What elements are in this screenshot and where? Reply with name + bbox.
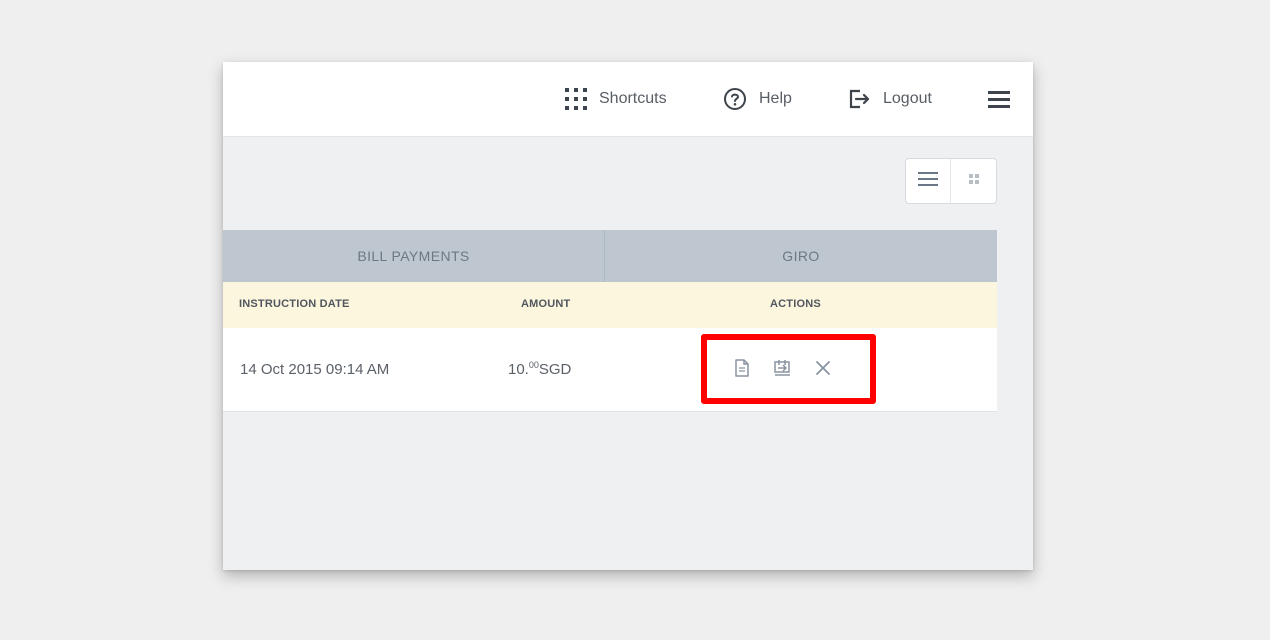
instruction-date-cell: 14 Oct 2015 09:14 AM	[240, 361, 390, 378]
repeat-payment-icon	[773, 359, 793, 382]
logout-label: Logout	[883, 90, 932, 107]
amount-cell: 10.00SGD	[508, 360, 572, 378]
column-header-amount: AMOUNT	[521, 298, 571, 310]
view-toggle	[905, 158, 997, 204]
top-bar: Shortcuts Help Logout	[223, 62, 1033, 137]
logout-button[interactable]: Logout	[847, 84, 932, 114]
hamburger-menu-icon	[988, 89, 1010, 109]
list-view-icon	[918, 171, 938, 192]
amount-decimal: 00	[528, 360, 539, 370]
help-button[interactable]: Help	[723, 84, 792, 114]
view-document-icon	[734, 358, 750, 382]
cancel-icon	[815, 360, 831, 381]
list-view-button[interactable]	[906, 159, 951, 203]
grid-view-icon	[968, 172, 980, 190]
table-row: 14 Oct 2015 09:14 AM 10.00SGD	[223, 328, 997, 412]
help-label: Help	[759, 90, 792, 107]
tab-giro[interactable]: GIRO	[605, 230, 997, 282]
shortcuts-label: Shortcuts	[599, 90, 667, 107]
menu-button[interactable]	[988, 84, 1010, 114]
tab-bar: BILL PAYMENTS GIRO	[223, 230, 997, 282]
cancel-button[interactable]	[812, 359, 834, 381]
app-window: Shortcuts Help Logout BILL PAYMENTS GIRO…	[223, 62, 1033, 570]
repeat-payment-button[interactable]	[772, 359, 794, 381]
view-details-button[interactable]	[731, 358, 753, 382]
amount-whole: 10.	[508, 361, 529, 378]
tab-bill-payments[interactable]: BILL PAYMENTS	[223, 230, 605, 282]
column-header-instruction-date: INSTRUCTION DATE	[239, 298, 350, 310]
logout-icon	[847, 87, 871, 111]
grid-icon	[565, 88, 587, 110]
shortcuts-button[interactable]: Shortcuts	[565, 84, 667, 114]
column-header-actions: ACTIONS	[770, 298, 821, 310]
table-header: INSTRUCTION DATE AMOUNT ACTIONS	[223, 282, 997, 328]
question-circle-icon	[723, 87, 747, 111]
amount-currency: SGD	[538, 361, 572, 378]
grid-view-button[interactable]	[951, 159, 996, 203]
